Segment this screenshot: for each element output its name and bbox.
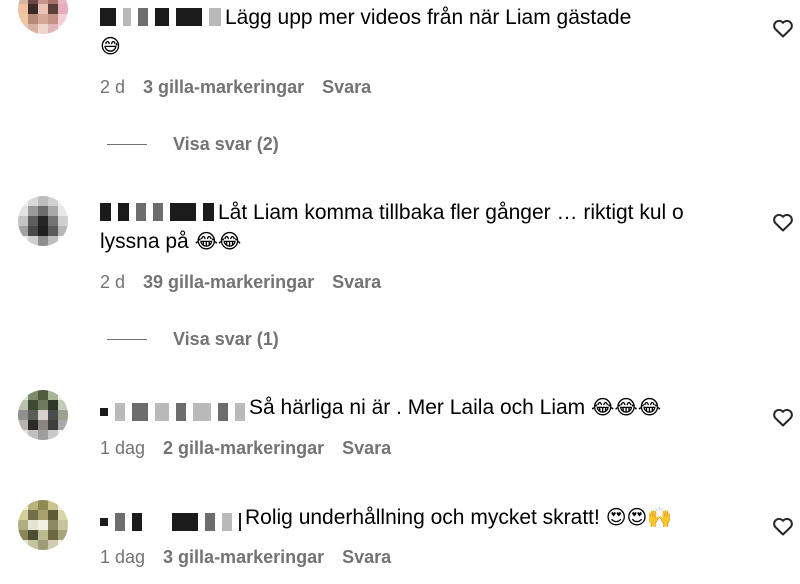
reply-button[interactable]: Svara — [342, 438, 391, 459]
comment-text-block: Så härliga ni är . Mer Laila och Liam 😂😂… — [100, 393, 730, 422]
comment-meta: 1 dag 3 gilla-markeringar Svara — [100, 547, 391, 568]
heart-icon[interactable] — [771, 210, 795, 234]
comment-text: Så härliga ni är . Mer Laila och Liam — [249, 396, 586, 419]
comment-emoji: 😂😂😂 — [591, 395, 662, 419]
comment-text-block: Rolig underhållning och mycket skratt! 😍… — [100, 503, 730, 532]
divider-line — [107, 339, 147, 340]
comment-emoji: 😅 — [100, 34, 121, 58]
likes-count-link[interactable]: 3 gilla-markeringar — [143, 77, 304, 98]
avatar[interactable] — [18, 500, 68, 550]
heart-icon[interactable] — [771, 16, 795, 40]
comment-text-block: Låt Liam komma tillbaka fler gånger … ri… — [100, 198, 730, 256]
likes-count-link[interactable]: 3 gilla-markeringar — [163, 547, 324, 568]
comment-emoji: 😂😂 — [194, 229, 242, 253]
reply-button[interactable]: Svara — [342, 547, 391, 568]
comment-time: 2 d — [100, 272, 126, 292]
view-replies-label: Visa svar (2) — [173, 134, 279, 154]
avatar[interactable] — [18, 196, 68, 246]
comment-meta: 1 dag 2 gilla-markeringar Svara — [100, 438, 391, 459]
heart-icon[interactable] — [771, 405, 795, 429]
likes-count-link[interactable]: 39 gilla-markeringar — [143, 272, 314, 293]
username-redacted[interactable] — [100, 8, 221, 26]
avatar[interactable] — [18, 0, 68, 34]
comment-meta: 2 d 3 gilla-markeringar Svara — [100, 77, 371, 98]
reply-button[interactable]: Svara — [332, 272, 381, 293]
comment-time: 1 dag — [100, 547, 146, 567]
view-replies-button[interactable]: Visa svar (1) — [107, 329, 279, 350]
avatar[interactable] — [18, 390, 68, 440]
heart-icon[interactable] — [771, 514, 795, 538]
comment-time: 2 d — [100, 77, 126, 97]
reply-button[interactable]: Svara — [322, 77, 371, 98]
view-replies-label: Visa svar (1) — [173, 329, 279, 349]
username-redacted[interactable] — [100, 403, 245, 421]
username-redacted[interactable] — [100, 513, 241, 531]
view-replies-button[interactable]: Visa svar (2) — [107, 134, 279, 155]
comment-meta: 2 d 39 gilla-markeringar Svara — [100, 272, 381, 293]
comment-text-block: Lägg upp mer videos från när Liam gästad… — [100, 3, 730, 61]
likes-count-link[interactable]: 2 gilla-markeringar — [163, 438, 324, 459]
comment-time: 1 dag — [100, 438, 146, 458]
comment-text: Lägg upp mer videos från när Liam gästad… — [225, 6, 632, 29]
divider-line — [107, 144, 147, 145]
comment-text: Rolig underhållning och mycket skratt! — [245, 506, 600, 529]
comment-emoji: 😍😍🙌 — [605, 505, 673, 529]
username-redacted[interactable] — [100, 203, 214, 221]
